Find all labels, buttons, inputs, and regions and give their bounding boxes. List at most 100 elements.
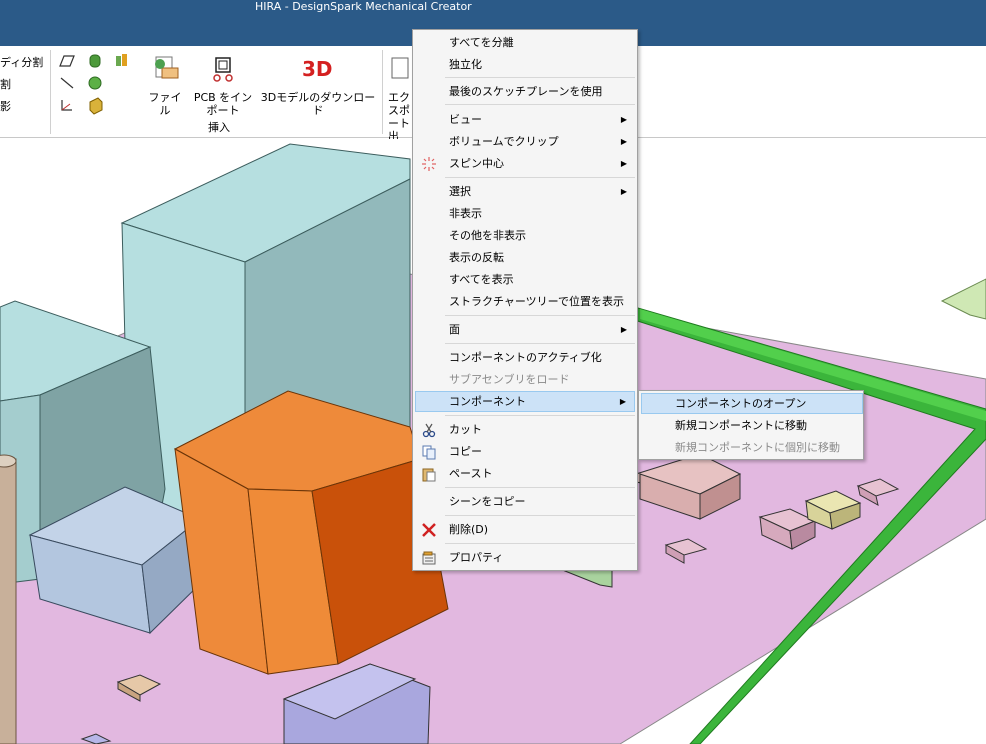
beige-cylinder bbox=[0, 458, 17, 744]
menu-label: ビュー bbox=[449, 113, 482, 126]
menu-label: 面 bbox=[449, 323, 460, 336]
menu-label: カット bbox=[449, 423, 482, 436]
submenu-item-move-individually: 新規コンポーネントに個別に移動 bbox=[641, 437, 863, 458]
submenu-arrow-icon: ▶ bbox=[620, 137, 627, 146]
menu-item-delete[interactable]: 削除(D) bbox=[415, 519, 635, 540]
menu-item-locate-in-structure-tree[interactable]: ストラクチャーツリーで位置を表示 bbox=[415, 291, 635, 312]
pcb-import-button[interactable]: PCB をインポート bbox=[192, 54, 254, 117]
menu-item-load-subassembly: サブアセンブリをロード bbox=[415, 369, 635, 390]
submenu-arrow-icon: ▶ bbox=[620, 325, 627, 334]
menu-item-hide[interactable]: 非表示 bbox=[415, 203, 635, 224]
menu-label: コンポーネント bbox=[449, 395, 526, 408]
menu-item-copy[interactable]: コピー bbox=[415, 441, 635, 462]
move-icon bbox=[116, 54, 127, 66]
sphere-icon bbox=[88, 76, 102, 90]
properties-icon bbox=[422, 551, 436, 565]
export-icon bbox=[391, 57, 409, 79]
spin-center-icon bbox=[422, 157, 436, 171]
file-import-icon bbox=[155, 56, 179, 79]
file-button-label: ファイル bbox=[148, 91, 182, 117]
ribbon-small-icons[interactable] bbox=[58, 52, 138, 118]
download-3d-label: 3Dモデルのダウンロード bbox=[260, 91, 376, 117]
green-plate bbox=[940, 278, 986, 320]
ribbon-item-projection[interactable]: 影 bbox=[0, 98, 11, 114]
menu-separator bbox=[445, 77, 635, 78]
pcb-import-label: PCB をインポート bbox=[193, 91, 253, 117]
export-label: エクスポート出 bbox=[388, 91, 410, 143]
menu-separator bbox=[445, 487, 635, 488]
svg-text:3D: 3D bbox=[302, 57, 333, 81]
export-button[interactable]: エクスポート出 bbox=[388, 54, 412, 143]
menu-item-make-independent[interactable]: 独立化 bbox=[415, 54, 635, 75]
menu-label: サブアセンブリをロード bbox=[449, 373, 570, 386]
plane-icon bbox=[59, 55, 75, 67]
menu-item-show-all[interactable]: すべてを表示 bbox=[415, 269, 635, 290]
scissors-icon bbox=[422, 423, 436, 438]
delete-icon bbox=[422, 523, 436, 537]
menu-label: 新規コンポーネントに個別に移動 bbox=[675, 441, 840, 454]
menu-item-properties[interactable]: プロパティ bbox=[415, 547, 635, 568]
pcb-icon bbox=[213, 57, 233, 82]
menu-label: 新規コンポーネントに移動 bbox=[675, 419, 807, 432]
menu-item-use-last-sketch-plane[interactable]: 最後のスケッチプレーンを使用 bbox=[415, 81, 635, 102]
menu-label: コンポーネントのアクティブ化 bbox=[449, 351, 602, 364]
menu-separator bbox=[445, 343, 635, 344]
window-title: HIRA - DesignSpark Mechanical Creator bbox=[255, 0, 472, 13]
menu-separator bbox=[445, 415, 635, 416]
menu-label: 非表示 bbox=[449, 207, 482, 220]
menu-item-clip-with-volume[interactable]: ボリュームでクリップ ▶ bbox=[415, 131, 635, 152]
cylinder-icon bbox=[89, 54, 101, 68]
menu-item-paste[interactable]: ペースト bbox=[415, 463, 635, 484]
menu-label: プロパティ bbox=[449, 551, 504, 564]
menu-label: 表示の反転 bbox=[449, 251, 504, 264]
axis-icon bbox=[61, 100, 72, 111]
menu-item-face[interactable]: 面 ▶ bbox=[415, 319, 635, 340]
insert-group-label: 挿入 bbox=[208, 121, 230, 134]
menu-label: ボリュームでクリップ bbox=[449, 135, 559, 148]
menu-item-copy-scene[interactable]: シーンをコピー bbox=[415, 491, 635, 512]
menu-label: コピー bbox=[449, 445, 482, 458]
submenu-arrow-icon: ▶ bbox=[620, 159, 627, 168]
submenu-item-move-to-new-component[interactable]: 新規コンポーネントに移動 bbox=[641, 415, 863, 436]
menu-label: その他を非表示 bbox=[449, 229, 526, 242]
menu-item-component[interactable]: コンポーネント ▶ bbox=[415, 391, 635, 412]
file-button[interactable]: ファイル bbox=[144, 54, 186, 117]
menu-label: スピン中心 bbox=[449, 157, 504, 170]
3d-model-icon: 3D bbox=[302, 57, 333, 81]
menu-separator bbox=[445, 315, 635, 316]
menu-separator bbox=[445, 177, 635, 178]
menu-item-separate-all[interactable]: すべてを分離 bbox=[415, 32, 635, 53]
menu-item-activate-component[interactable]: コンポーネントのアクティブ化 bbox=[415, 347, 635, 368]
submenu-item-open-component[interactable]: コンポーネントのオープン bbox=[641, 393, 863, 414]
menu-label: ストラクチャーツリーで位置を表示 bbox=[449, 295, 625, 308]
download-3d-button[interactable]: 3D 3Dモデルのダウンロード bbox=[260, 54, 376, 117]
copy-icon bbox=[422, 445, 436, 460]
submenu-arrow-icon: ▶ bbox=[619, 397, 626, 406]
component-submenu: コンポーネントのオープン 新規コンポーネントに移動 新規コンポーネントに個別に移… bbox=[638, 390, 864, 460]
menu-item-invert-visibility[interactable]: 表示の反転 bbox=[415, 247, 635, 268]
menu-label: 削除(D) bbox=[449, 523, 489, 536]
menu-item-hide-others[interactable]: その他を非表示 bbox=[415, 225, 635, 246]
shell-icon bbox=[89, 97, 103, 115]
menu-label: 独立化 bbox=[449, 58, 482, 71]
menu-label: すべてを分離 bbox=[449, 36, 514, 49]
menu-item-cut[interactable]: カット bbox=[415, 419, 635, 440]
menu-label: シーンをコピー bbox=[449, 495, 526, 508]
menu-item-spin-center[interactable]: スピン中心 ▶ bbox=[415, 153, 635, 174]
menu-label: コンポーネントのオープン bbox=[675, 397, 807, 410]
menu-separator bbox=[445, 104, 635, 105]
menu-label: すべてを表示 bbox=[449, 273, 514, 286]
ribbon-item-divide[interactable]: 割 bbox=[0, 76, 11, 92]
paste-icon bbox=[422, 468, 436, 482]
menu-separator bbox=[445, 515, 635, 516]
menu-separator bbox=[445, 543, 635, 544]
menu-item-select[interactable]: 選択 ▶ bbox=[415, 181, 635, 202]
submenu-arrow-icon: ▶ bbox=[620, 115, 627, 124]
menu-label: ペースト bbox=[449, 467, 493, 480]
ribbon-item-split[interactable]: ディ分割 bbox=[0, 54, 43, 70]
line-icon bbox=[60, 77, 74, 89]
context-menu: すべてを分離 独立化 最後のスケッチプレーンを使用 ビュー ▶ ボリュームでクリッ… bbox=[412, 29, 638, 571]
submenu-arrow-icon: ▶ bbox=[620, 187, 627, 196]
menu-label: 最後のスケッチプレーンを使用 bbox=[449, 85, 603, 98]
menu-item-view[interactable]: ビュー ▶ bbox=[415, 109, 635, 130]
